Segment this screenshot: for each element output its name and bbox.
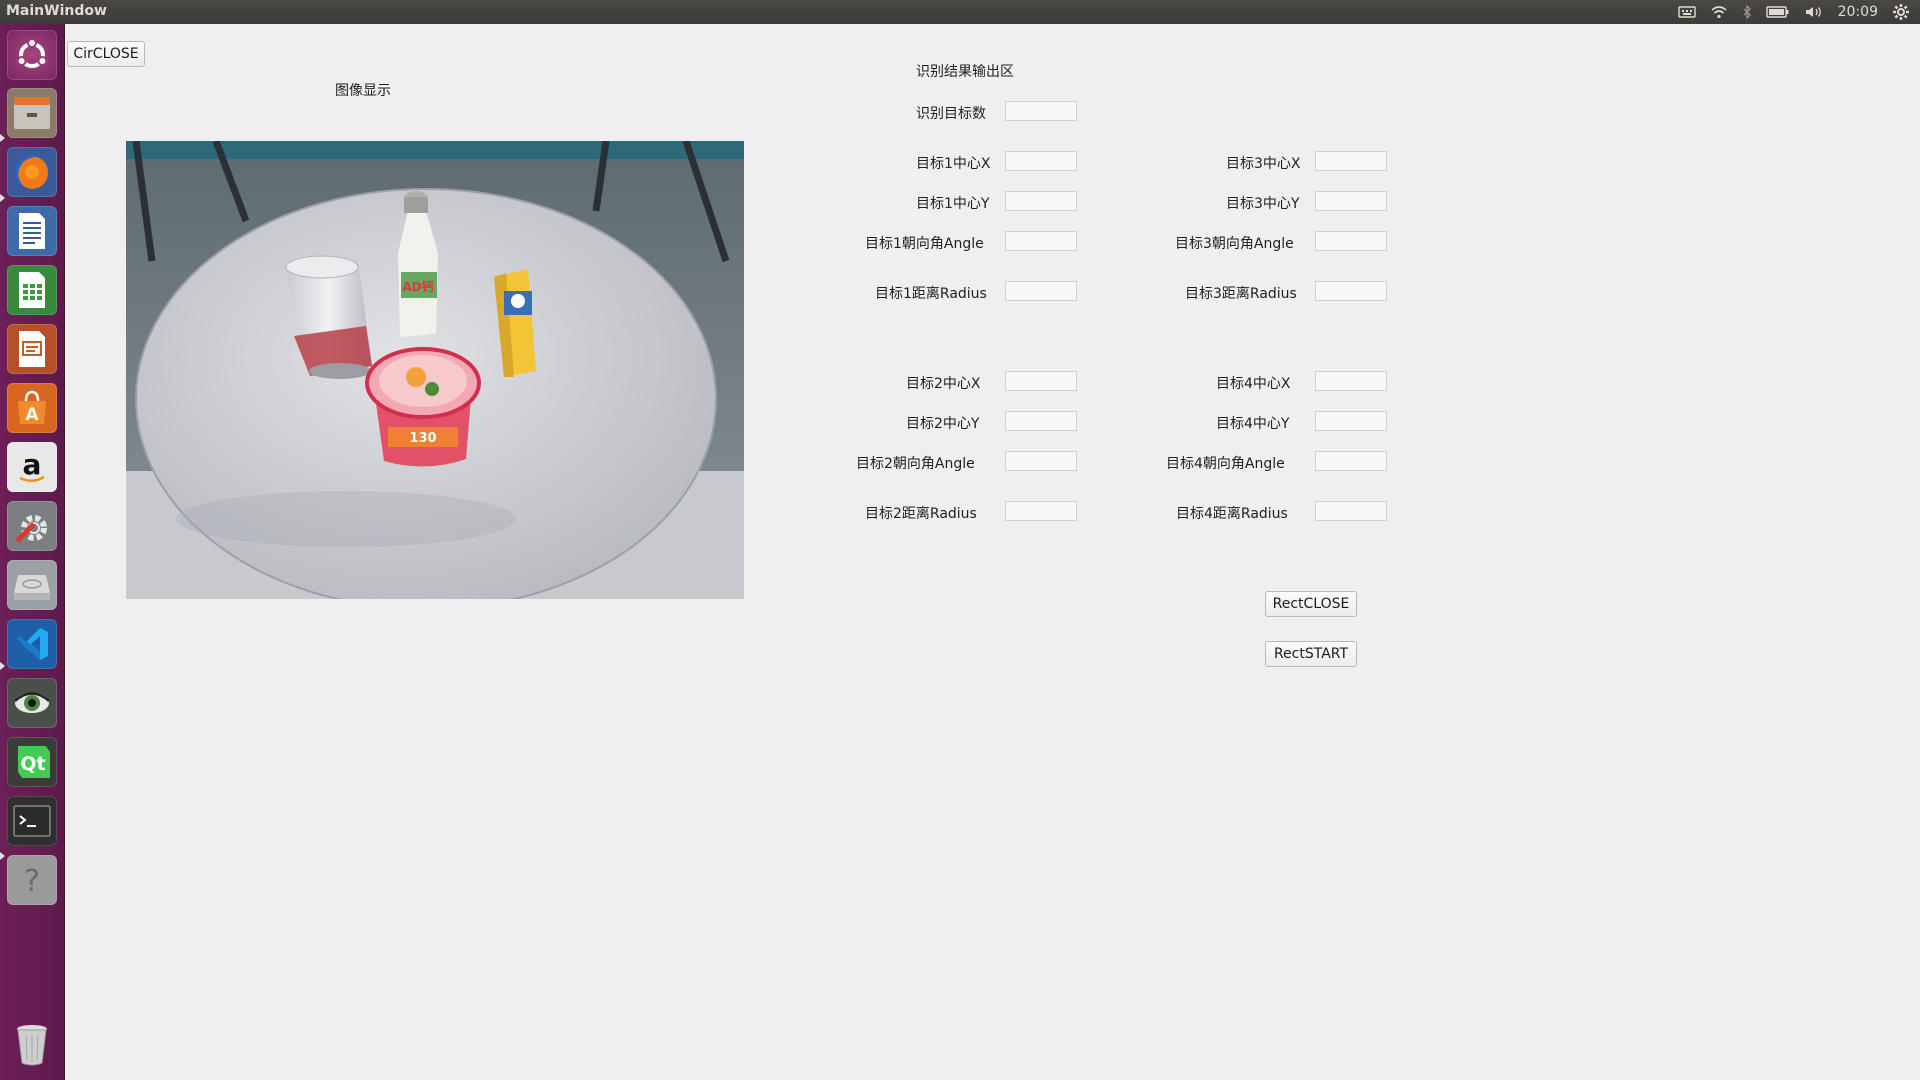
libreoffice-impress-icon[interactable] [7, 324, 57, 374]
system-tray: 20:09 [1677, 2, 1910, 22]
qt-creator-icon[interactable]: Qt [7, 737, 57, 787]
target1-radius-label: 目标1距离Radius [875, 286, 987, 302]
target1-radius-field[interactable] [1005, 281, 1077, 301]
target4-center-y-field[interactable] [1315, 411, 1387, 431]
results-title: 识别结果输出区 [916, 64, 1014, 80]
eye-app-icon[interactable] [7, 678, 57, 728]
target2-radius-label: 目标2距离Radius [865, 506, 977, 522]
target4-angle-field[interactable] [1315, 451, 1387, 471]
target4-angle-label: 目标4朝向角Angle [1166, 456, 1285, 472]
target3-angle-field[interactable] [1315, 231, 1387, 251]
files-icon[interactable] [7, 88, 57, 138]
bluetooth-icon[interactable] [1742, 5, 1752, 19]
target2-angle-label: 目标2朝向角Angle [856, 456, 975, 472]
rect-close-button[interactable]: RectCLOSE [1265, 591, 1357, 617]
target2-center-y-label: 目标2中心Y [906, 416, 980, 432]
target3-center-x-field[interactable] [1315, 151, 1387, 171]
target3-center-y-field[interactable] [1315, 191, 1387, 211]
window-title: MainWindow [6, 3, 107, 19]
vscode-icon[interactable] [7, 619, 57, 669]
target4-center-y-label: 目标4中心Y [1216, 416, 1290, 432]
top-panel: MainWindow 20:09 [0, 0, 1920, 24]
target4-center-x-field[interactable] [1315, 371, 1387, 391]
help-icon[interactable]: ? [7, 855, 57, 905]
battery-icon[interactable] [1765, 5, 1790, 19]
wifi-icon[interactable] [1710, 5, 1728, 19]
target1-angle-field[interactable] [1005, 231, 1077, 251]
target3-radius-label: 目标3距离Radius [1185, 286, 1297, 302]
terminal-icon[interactable] [7, 796, 57, 846]
target3-center-x-label: 目标3中心X [1226, 156, 1301, 172]
target2-center-x-label: 目标2中心X [906, 376, 981, 392]
software-center-icon[interactable]: A [7, 383, 57, 433]
rect-start-button[interactable]: RectSTART [1265, 641, 1357, 667]
target3-angle-label: 目标3朝向角Angle [1175, 236, 1294, 252]
target1-center-y-label: 目标1中心Y [916, 196, 990, 212]
target3-center-y-label: 目标3中心Y [1226, 196, 1300, 212]
target2-center-y-field[interactable] [1005, 411, 1077, 431]
target1-center-y-field[interactable] [1005, 191, 1077, 211]
trash-icon[interactable] [7, 1020, 57, 1070]
svg-text:?: ? [24, 864, 40, 899]
target3-radius-field[interactable] [1315, 281, 1387, 301]
volume-icon[interactable] [1804, 5, 1824, 19]
svg-text:a: a [23, 448, 42, 481]
target4-radius-label: 目标4距离Radius [1176, 506, 1288, 522]
circle-close-button[interactable]: CirCLOSE [67, 41, 145, 67]
target1-center-x-field[interactable] [1005, 151, 1077, 171]
svg-text:A: A [25, 405, 39, 425]
svg-text:AD钙: AD钙 [402, 279, 433, 294]
target2-angle-field[interactable] [1005, 451, 1077, 471]
target1-angle-label: 目标1朝向角Angle [865, 236, 984, 252]
libreoffice-writer-icon[interactable] [7, 206, 57, 256]
target-count-label: 识别目标数 [916, 106, 986, 122]
ubuntu-dash-icon[interactable] [7, 30, 57, 80]
target2-radius-field[interactable] [1005, 501, 1077, 521]
disk-drive-icon[interactable] [7, 560, 57, 610]
keyboard-icon[interactable] [1677, 5, 1696, 19]
settings-gear-icon[interactable] [1892, 3, 1910, 21]
amazon-icon[interactable]: a [7, 442, 57, 492]
target-count-field[interactable] [1005, 101, 1077, 121]
system-settings-icon[interactable] [7, 501, 57, 551]
target4-center-x-label: 目标4中心X [1216, 376, 1291, 392]
svg-text:Qt: Qt [20, 753, 45, 775]
target2-center-x-field[interactable] [1005, 371, 1077, 391]
camera-image: AD钙 130 [126, 141, 744, 599]
svg-text:130: 130 [409, 431, 436, 446]
image-panel-title: 图像显示 [335, 83, 391, 99]
firefox-icon[interactable] [7, 147, 57, 197]
target1-center-x-label: 目标1中心X [916, 156, 991, 172]
libreoffice-calc-icon[interactable] [7, 265, 57, 315]
target4-radius-field[interactable] [1315, 501, 1387, 521]
clock-label[interactable]: 20:09 [1838, 4, 1878, 20]
unity-launcher: A a Qt ? [0, 24, 65, 1080]
